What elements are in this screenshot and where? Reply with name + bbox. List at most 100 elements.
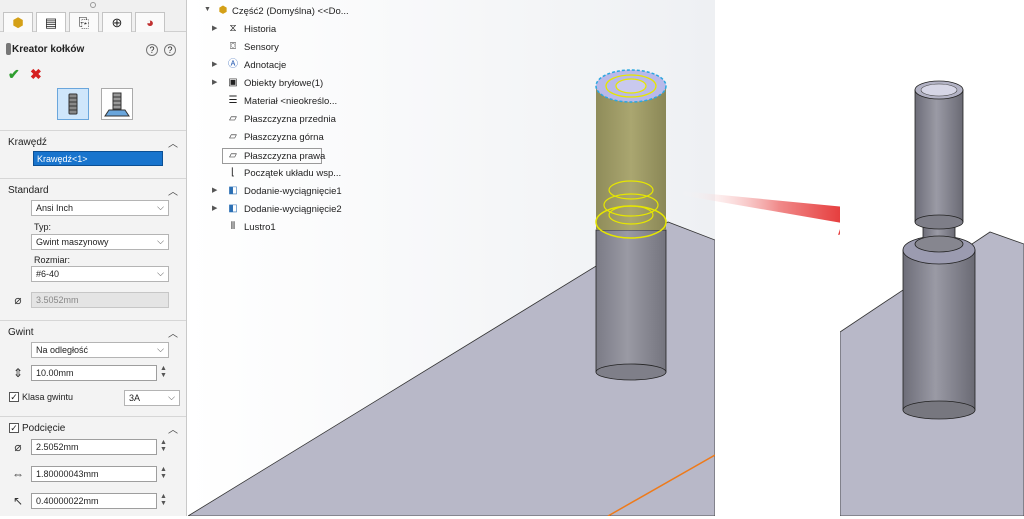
solid-bodies-icon: ▣	[228, 77, 238, 88]
tree-item-extrude-1[interactable]: ▶ ◧ Dodanie-wyciągnięcie1	[188, 184, 343, 200]
tree-root-label: Część2 (Domyślna) <<Do...	[232, 6, 349, 17]
tree-item-label: Lustro1	[244, 222, 276, 233]
collapse-icon[interactable]: ▼	[204, 6, 211, 13]
tree-item-label: Obiekty bryłowe(1)	[244, 78, 324, 89]
stud-type-button-2[interactable]	[101, 88, 133, 120]
thread-section-title: Gwint	[8, 327, 34, 338]
tree-item-label: Dodanie-wyciągnięcie2	[244, 204, 342, 215]
tab-feature-manager[interactable]: ⬢	[3, 12, 33, 32]
sensor-icon: ⌼	[230, 41, 236, 52]
chevron-down-icon: ⌵	[157, 202, 164, 212]
expand-icon[interactable]: ▶	[212, 204, 217, 212]
tree-item-label: Sensory	[244, 42, 279, 53]
edge-selection-box[interactable]: Krawędź<1>	[33, 151, 163, 166]
history-icon: ⧖	[229, 23, 237, 34]
tree-item-origin[interactable]: ⌊ Początek układu wsp...	[188, 166, 343, 182]
standard-value: Ansi Inch	[36, 203, 74, 213]
tree-item-history[interactable]: ▶ ⧖ Historia	[188, 22, 338, 38]
tree-item-annotations[interactable]: ▶ Ⓐ Adnotacje	[188, 58, 338, 74]
undercut-diameter-spinner[interactable]: ▲ ▼	[160, 439, 168, 455]
info-icon[interactable]: ?	[164, 44, 176, 56]
tree-item-solid-bodies[interactable]: ▶ ▣ Obiekty bryłowe(1)	[188, 76, 338, 92]
size-value: #6-40	[36, 269, 60, 279]
undercut-length-field[interactable]: 1.80000043mm	[31, 466, 157, 482]
type-dropdown[interactable]: Gwint maszynowy ⌵	[31, 234, 169, 250]
plane-icon: ▱	[229, 113, 237, 124]
tree-item-mirror[interactable]: ⫴ Lustro1	[188, 220, 338, 236]
expand-icon[interactable]: ▶	[212, 186, 217, 194]
chevron-down-icon: ⌵	[168, 392, 175, 402]
pin-icon	[6, 43, 11, 55]
extrude-icon: ◧	[228, 203, 238, 214]
chevron-down-icon: ⌵	[157, 236, 164, 246]
stud-on-surface-icon	[104, 92, 130, 117]
tree-item-label: Adnotacje	[244, 60, 287, 71]
tab-configuration-manager[interactable]: ⎘	[69, 12, 99, 32]
undercut-checkbox[interactable]: ✓	[9, 423, 19, 433]
tree-item-extrude-2[interactable]: ▶ ◧ Dodanie-wyciągnięcie2	[188, 202, 343, 218]
undercut-section-title: Podcięcie	[22, 423, 66, 434]
tree-item-label: Materiał <nieokreślo...	[244, 96, 338, 107]
thread-class-value: 3A	[129, 393, 141, 403]
undercut-length-spinner[interactable]: ▲ ▼	[160, 466, 168, 482]
expand-icon[interactable]: ▶	[212, 60, 217, 68]
expand-icon[interactable]: ▶	[212, 78, 217, 86]
undercut-radius-spinner[interactable]: ▲ ▼	[160, 493, 168, 509]
thread-length-spinner[interactable]: ▲ ▼	[160, 365, 168, 381]
config-icon: ⎘	[78, 14, 90, 30]
tree-item-label: Historia	[244, 24, 277, 35]
type-label: Typ:	[34, 222, 52, 232]
tree-item-right-plane[interactable]: ▱ Płaszczyzna prawa	[222, 148, 325, 164]
undercut-radius-icon: ↖	[12, 494, 24, 508]
thread-mode-dropdown[interactable]: Na odległość ⌵	[31, 342, 169, 358]
tree-item-label: Płaszczyzna przednia	[244, 114, 336, 125]
feature-icon: ⬢	[12, 14, 24, 30]
tree-item-material[interactable]: ☰ Materiał <nieokreślo...	[188, 94, 343, 110]
type-value: Gwint maszynowy	[36, 237, 109, 247]
origin-icon: ⌊	[231, 167, 235, 178]
thread-class-dropdown[interactable]: 3A ⌵	[124, 390, 180, 406]
chevron-down-icon: ⌵	[157, 344, 164, 354]
plane-icon: ▱	[229, 150, 237, 161]
thread-class-label: Klasa gwintu	[22, 392, 74, 402]
material-icon: ☰	[228, 95, 238, 106]
stud-type-button-1[interactable]	[57, 88, 89, 120]
expand-icon[interactable]: ▶	[212, 24, 217, 32]
grip-icon[interactable]	[90, 2, 96, 8]
color-wheel-icon: ◕	[146, 15, 154, 30]
tab-dimxpert[interactable]: ⊕	[102, 12, 132, 32]
cancel-button[interactable]: ✖	[30, 66, 42, 83]
diameter-field[interactable]: 3.5052mm	[31, 292, 169, 308]
property-manager: ⬢ ▤ ⎘ ⊕ ◕ Kreator kołków ? ? ✔ ✖ Krawędź…	[0, 0, 187, 516]
tree-item-label: Płaszczyzna górna	[244, 132, 324, 143]
chevron-up-icon[interactable]: ︿	[168, 183, 178, 198]
tab-display-manager[interactable]: ◕	[135, 12, 165, 32]
annotation-icon: Ⓐ	[228, 59, 238, 70]
undercut-radius-field[interactable]: 0.40000022mm	[31, 493, 157, 509]
chevron-up-icon[interactable]: ︿	[168, 135, 178, 150]
thread-class-checkbox[interactable]: ✓	[9, 392, 19, 402]
edge-section-title: Krawędź	[8, 137, 47, 148]
tree-item-label: Początek układu wsp...	[244, 168, 342, 179]
thread-length-field[interactable]: 10.00mm	[31, 365, 157, 381]
list-icon: ▤	[44, 14, 58, 30]
undercut-diameter-icon: ⌀	[14, 440, 22, 454]
tree-item-label: Dodanie-wyciągnięcie1	[244, 186, 342, 197]
tree-item-front-plane[interactable]: ▱ Płaszczyzna przednia	[188, 112, 338, 128]
help-icon[interactable]: ?	[146, 44, 158, 56]
tree-item-top-plane[interactable]: ▱ Płaszczyzna górna	[188, 130, 338, 146]
tab-property-manager[interactable]: ▤	[36, 12, 66, 32]
standard-dropdown[interactable]: Ansi Inch ⌵	[31, 200, 169, 216]
chevron-up-icon[interactable]: ︿	[168, 421, 178, 436]
tree-item-sensors[interactable]: ⌼ Sensory	[188, 40, 338, 56]
crosshair-icon: ⊕	[111, 14, 123, 30]
size-dropdown[interactable]: #6-40 ⌵	[31, 266, 169, 282]
undercut-diameter-field[interactable]: 2.5052mm	[31, 439, 157, 455]
feature-tree: ▼ ⬢ Część2 (Domyślna) <<Do... ▶ ⧖ Histor…	[188, 0, 349, 240]
stud-icon	[68, 93, 78, 115]
ok-button[interactable]: ✔	[8, 66, 20, 83]
extrude-icon: ◧	[228, 185, 238, 196]
diameter-icon: ⌀	[14, 293, 22, 307]
chevron-up-icon[interactable]: ︿	[168, 325, 178, 340]
undercut-length-icon: ⇔	[12, 467, 24, 481]
